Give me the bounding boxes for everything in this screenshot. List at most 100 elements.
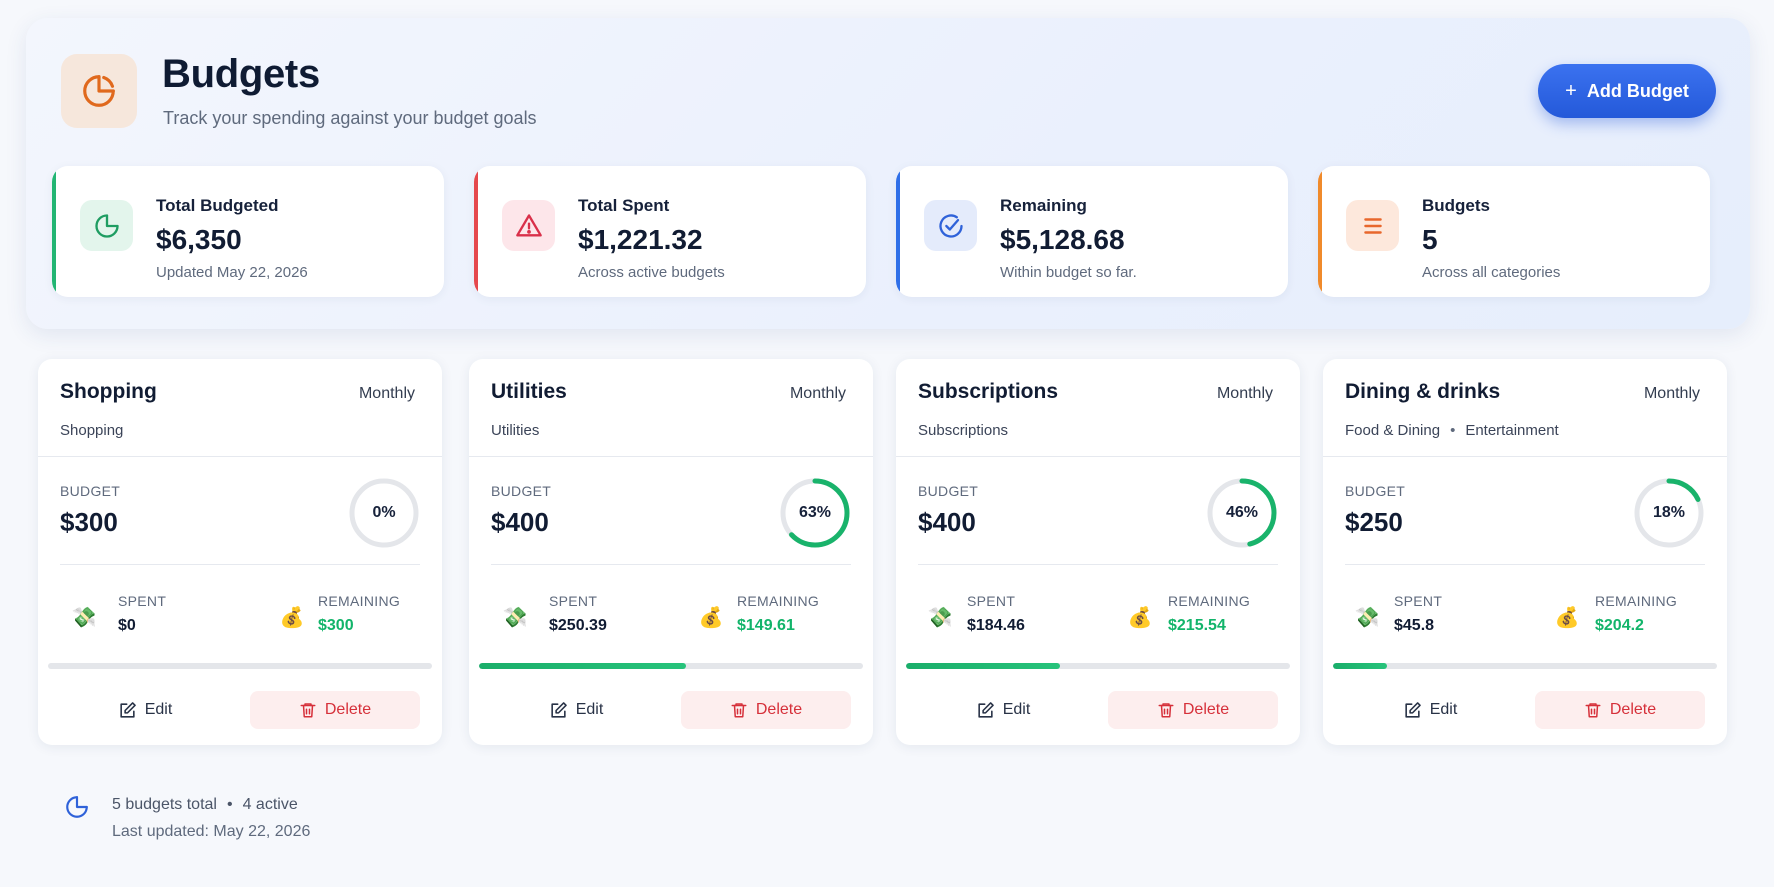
add-budget-label: Add Budget: [1586, 80, 1689, 101]
separator-dot: •: [226, 796, 233, 813]
budget-categories: Utilities: [491, 422, 539, 439]
spent-progress-bar: [48, 663, 432, 669]
stat-accent: [52, 166, 56, 297]
stat-label: Total Spent: [578, 196, 670, 215]
money-bag-icon: 💰: [1554, 606, 1580, 629]
budget-categories: Food & Dining • Entertainment: [1345, 422, 1559, 439]
remaining-value: $300: [318, 617, 354, 634]
card-divider: [38, 456, 442, 457]
check-circle-icon: [938, 213, 963, 238]
spent-progress-bar: [1333, 663, 1717, 669]
stat-icon-box: [502, 200, 555, 251]
separator-dot: •: [1450, 422, 1456, 439]
edit-label: Edit: [1002, 701, 1031, 718]
add-budget-button[interactable]: + Add Budget: [1538, 64, 1716, 118]
money-bag-icon: 💰: [698, 606, 724, 629]
card-divider: [918, 564, 1278, 565]
money-wings-icon: 💸: [927, 606, 953, 629]
remaining-label: REMAINING: [318, 593, 401, 609]
spent-progress-bar: [479, 663, 863, 669]
delete-button[interactable]: Delete: [1535, 691, 1705, 729]
stat-card-total-budgeted: Total Budgeted $6,350 Updated May 22, 20…: [52, 166, 444, 297]
stat-value: $6,350: [156, 224, 242, 255]
trash-icon: [300, 703, 316, 718]
footer-last-updated: Last updated: May 22, 2026: [112, 823, 311, 840]
edit-button[interactable]: Edit: [491, 691, 661, 729]
budget-label: BUDGET: [1345, 483, 1406, 499]
delete-label: Delete: [755, 701, 803, 718]
budget-card: Subscriptions Monthly Subscriptions BUDG…: [896, 359, 1300, 745]
delete-button[interactable]: Delete: [1108, 691, 1278, 729]
trash-icon: [731, 703, 747, 718]
budget-period: Monthly: [1643, 385, 1700, 402]
percent-label: 0%: [372, 504, 396, 521]
category-tag: Subscriptions: [918, 422, 1009, 439]
stat-note: Across all categories: [1422, 264, 1561, 281]
stat-label: Budgets: [1422, 196, 1490, 215]
budget-name: Shopping: [60, 380, 157, 403]
stat-icon-box: [924, 200, 977, 251]
card-divider: [60, 564, 420, 565]
edit-icon: [1405, 701, 1421, 718]
spent-progress-bar: [906, 663, 1290, 669]
budget-name: Subscriptions: [918, 380, 1059, 403]
remaining-label: REMAINING: [1168, 593, 1251, 609]
edit-icon: [978, 701, 994, 718]
edit-icon: [551, 701, 567, 718]
stat-note: Across active budgets: [578, 264, 725, 281]
spent-value: $0: [118, 617, 136, 634]
remaining-label: REMAINING: [737, 593, 820, 609]
spent-label: SPENT: [967, 593, 1016, 609]
card-divider: [1345, 564, 1705, 565]
edit-label: Edit: [1429, 701, 1458, 718]
edit-label: Edit: [575, 701, 604, 718]
budget-name: Utilities: [491, 380, 567, 403]
pie-chart-icon: [94, 213, 119, 238]
edit-button[interactable]: Edit: [60, 691, 230, 729]
footer-total: 5 budgets total: [112, 796, 217, 813]
delete-label: Delete: [1609, 701, 1657, 718]
budget-amount: $400: [491, 507, 549, 537]
spent-value: $250.39: [549, 617, 607, 634]
stat-value: $1,221.32: [578, 224, 703, 255]
budget-label: BUDGET: [491, 483, 552, 499]
delete-label: Delete: [324, 701, 372, 718]
category-tag: Shopping: [60, 422, 124, 439]
progress-ring: 0%: [348, 477, 420, 549]
page-title: Budgets: [162, 52, 320, 96]
money-wings-icon: 💸: [502, 606, 528, 629]
stat-value: 5: [1422, 224, 1438, 255]
budget-period: Monthly: [789, 385, 846, 402]
progress-fill: [479, 663, 687, 669]
edit-button[interactable]: Edit: [918, 691, 1088, 729]
pie-chart-icon: [66, 796, 88, 818]
progress-ring: 63%: [779, 477, 851, 549]
budget-card: Dining & drinks Monthly Food & Dining • …: [1323, 359, 1727, 745]
stat-value: $5,128.68: [1000, 224, 1125, 255]
budget-amount: $250: [1345, 507, 1403, 537]
money-bag-icon: 💰: [279, 606, 305, 629]
remaining-value: $204.2: [1595, 617, 1644, 634]
list-icon: [1363, 217, 1382, 234]
budget-categories: Shopping: [60, 422, 123, 439]
edit-icon: [120, 701, 136, 718]
stat-accent: [896, 166, 900, 297]
card-divider: [469, 456, 873, 457]
stat-note: Within budget so far.: [1000, 264, 1137, 281]
spent-label: SPENT: [549, 593, 598, 609]
money-wings-icon: 💸: [71, 606, 97, 629]
money-wings-icon: 💸: [1354, 606, 1380, 629]
edit-button[interactable]: Edit: [1345, 691, 1515, 729]
spent-value: $45.8: [1394, 617, 1435, 634]
delete-button[interactable]: Delete: [250, 691, 420, 729]
spent-value: $184.46: [967, 617, 1025, 634]
category-tag: Food & Dining: [1345, 422, 1441, 439]
footer-summary: 5 budgets total • 4 active: [112, 796, 298, 814]
stat-label: Remaining: [1000, 196, 1087, 215]
delete-button[interactable]: Delete: [681, 691, 851, 729]
remaining-value: $149.61: [737, 617, 795, 634]
spent-label: SPENT: [118, 593, 167, 609]
stat-accent: [474, 166, 478, 297]
card-divider: [896, 456, 1300, 457]
progress-fill: [906, 663, 1060, 669]
